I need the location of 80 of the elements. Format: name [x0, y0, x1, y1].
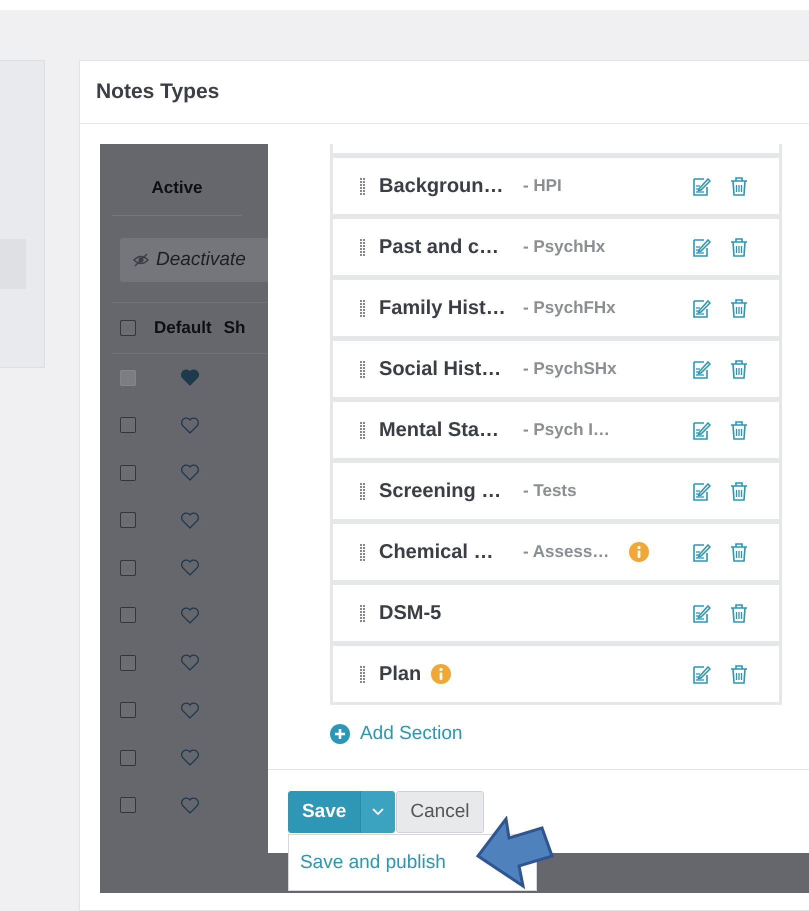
heart-icon[interactable]: [180, 700, 200, 720]
section-name: Social Hist…: [379, 358, 502, 380]
select-all-checkbox[interactable]: [120, 320, 136, 336]
drag-handle-icon: [360, 238, 365, 256]
delete-icon[interactable]: [729, 542, 749, 562]
heart-icon[interactable]: [180, 653, 200, 672]
drag-handle-icon: [360, 300, 365, 316]
section-row[interactable]: DSM-5: [333, 585, 779, 641]
hidden-eye-icon: [132, 253, 150, 267]
heart-icon[interactable]: [180, 748, 200, 768]
section-row[interactable]: Social Hist… - PsychSHx: [333, 341, 779, 397]
row-checkbox[interactable]: [120, 750, 136, 766]
edit-icon[interactable]: [691, 664, 711, 684]
edit-icon[interactable]: [691, 481, 711, 501]
drag-handle-icon: [360, 422, 365, 438]
drag-handle-icon: [360, 544, 365, 560]
save-options-button[interactable]: [360, 791, 396, 833]
delete-icon[interactable]: [729, 359, 749, 379]
section-name: Family Hist…: [379, 296, 507, 320]
heart-icon[interactable]: [180, 463, 200, 482]
plus-circle-icon: [330, 724, 350, 744]
drag-handle-icon: [360, 666, 365, 682]
delete-icon[interactable]: [729, 176, 749, 196]
cancel-button[interactable]: Cancel: [396, 791, 484, 833]
section-row[interactable]: Mental Sta… - Psych I…: [333, 402, 779, 458]
heart-icon[interactable]: [180, 416, 200, 435]
edit-icon[interactable]: [691, 298, 711, 318]
delete-icon[interactable]: [729, 481, 749, 501]
section-name: Plan: [379, 662, 422, 686]
heart-icon[interactable]: [180, 558, 200, 578]
column-header: Default: [154, 318, 212, 338]
section-abbreviation: - PsychHx: [523, 237, 606, 257]
section-name: Chemical …: [379, 540, 494, 564]
row-checkbox[interactable]: [120, 512, 136, 528]
heart-icon[interactable]: [180, 510, 200, 530]
row-checkbox[interactable]: [120, 654, 136, 671]
delete-icon[interactable]: [729, 237, 749, 257]
delete-icon[interactable]: [729, 664, 749, 684]
row-checkbox[interactable]: [120, 464, 136, 481]
chevron-down-icon: [372, 808, 384, 816]
deactivate-button[interactable]: Deactivate: [120, 238, 268, 282]
section-abbreviation: - PsychSHx: [523, 359, 617, 379]
row-checkbox[interactable]: [120, 560, 136, 576]
edit-icon[interactable]: [691, 176, 711, 196]
heart-icon[interactable]: [180, 606, 200, 625]
edit-icon[interactable]: [691, 542, 711, 562]
delete-icon[interactable]: [729, 420, 749, 440]
edit-icon[interactable]: [691, 359, 711, 379]
section-abbreviation: - HPI: [523, 176, 562, 196]
section-row[interactable]: Past and c… - PsychHx: [333, 219, 779, 275]
section-abbreviation: - Psych I…: [523, 420, 610, 440]
drag-handle-icon: [360, 604, 365, 622]
delete-icon[interactable]: [729, 298, 749, 318]
section-abbreviation: - Tests: [523, 481, 577, 501]
section-row[interactable]: Chemical … - Assess…: [333, 524, 779, 580]
section-row[interactable]: Screening … - Tests: [333, 463, 779, 519]
row-checkbox[interactable]: [120, 797, 136, 814]
row-checkbox[interactable]: [120, 607, 136, 624]
section-name: Mental Sta…: [379, 418, 500, 442]
column-header: Sh: [224, 318, 246, 338]
section-abbreviation: - Assess…: [523, 542, 610, 562]
drag-handle-icon: [360, 482, 365, 500]
edit-icon[interactable]: [691, 237, 711, 257]
section-name: Past and c…: [379, 236, 500, 258]
drag-handle-icon: [360, 178, 365, 194]
heart-icon[interactable]: [180, 796, 200, 815]
section-name: Screening …: [379, 480, 502, 502]
section-row[interactable]: Plan: [333, 646, 779, 702]
drag-handle-icon: [360, 360, 365, 378]
delete-icon[interactable]: [729, 603, 749, 623]
row-checkbox[interactable]: [120, 702, 136, 718]
row-checkbox[interactable]: [120, 417, 136, 434]
section-abbreviation: - PsychFHx: [523, 298, 616, 318]
card-title: Notes Types: [96, 80, 220, 104]
section-row[interactable]: Backgroun… - HPI: [333, 158, 779, 214]
edit-icon[interactable]: [691, 603, 711, 623]
edit-icon[interactable]: [691, 420, 711, 440]
section-name: Backgroun…: [379, 174, 504, 198]
section-row[interactable]: Family Hist… - PsychFHx: [333, 280, 779, 336]
section-name: DSM-5: [379, 602, 442, 624]
